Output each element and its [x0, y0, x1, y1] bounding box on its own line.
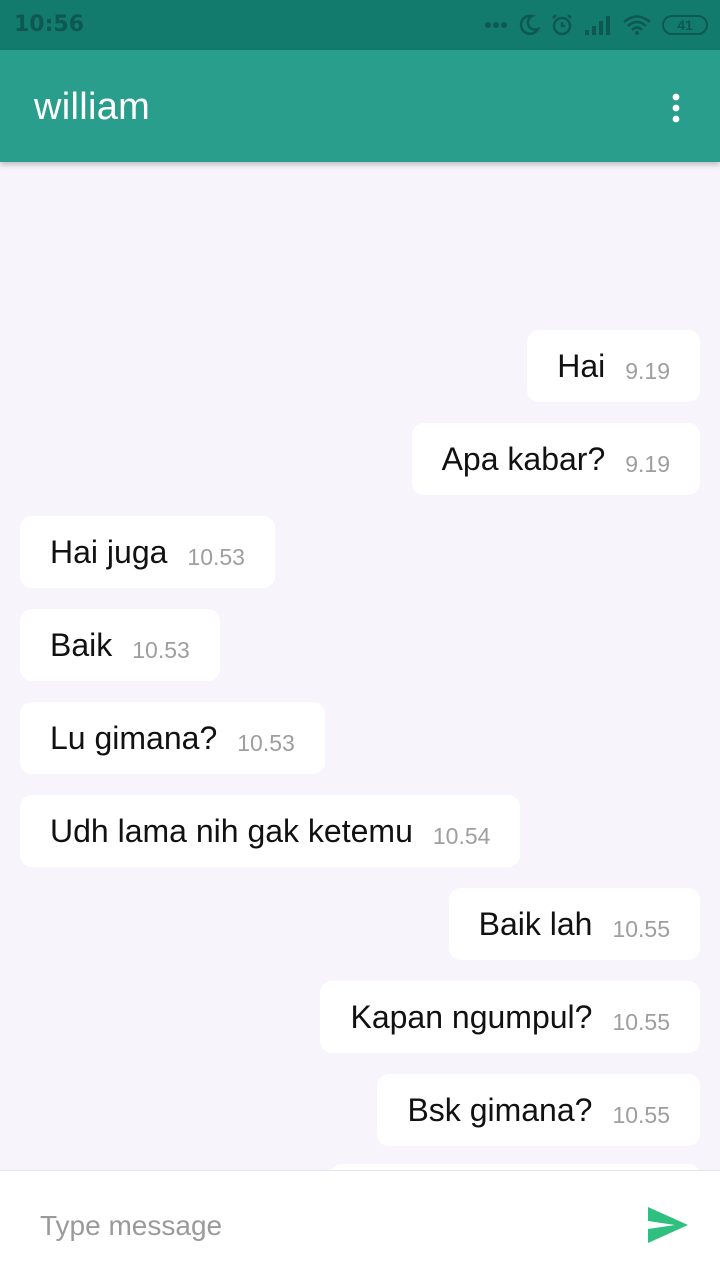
message-time: 10.53 — [237, 729, 295, 756]
message-text: Hai — [557, 347, 606, 384]
message-input[interactable] — [40, 1201, 600, 1251]
status-bar: 10:56 41 — [0, 0, 720, 50]
message-bubble-outgoing[interactable]: Apa kabar? 9.19 — [411, 423, 700, 495]
message-time: 10.54 — [432, 822, 491, 849]
message-text: Baik — [50, 626, 113, 663]
message-text: Apa kabar? — [441, 440, 606, 477]
more-vert-icon[interactable] — [660, 88, 692, 128]
send-button[interactable] — [646, 1205, 690, 1249]
message-time: 9.19 — [625, 357, 670, 384]
moon-icon — [518, 14, 540, 36]
message-bubble-outgoing[interactable]: Hai 9.19 — [527, 330, 700, 402]
message-text: Udh lama nih gak ketemu — [50, 812, 413, 849]
message-time: 10.55 — [612, 1101, 670, 1128]
send-icon — [647, 1206, 689, 1249]
dots-icon — [484, 21, 508, 29]
message-bubble-incoming[interactable]: Udh lama nih gak ketemu 10.54 — [20, 795, 521, 867]
message-bubble-outgoing[interactable]: Kapan ngumpul? 10.55 — [320, 981, 700, 1053]
message-text: Baik lah — [478, 905, 593, 942]
battery-icon: 41 — [662, 15, 708, 35]
message-text: Hai juga — [50, 533, 168, 570]
message-time: 10.55 — [612, 1008, 670, 1035]
message-bubble-incoming[interactable]: Baik 10.53 — [20, 609, 220, 681]
message-time: 10.53 — [187, 543, 245, 570]
app-bar: william — [0, 50, 720, 162]
message-bubble-outgoing[interactable]: Baik lah 10.55 — [448, 888, 700, 960]
message-bubble-incoming[interactable]: Lu gimana? 10.53 — [20, 702, 325, 774]
message-text: Bsk gimana? — [407, 1091, 593, 1128]
message-time: 9.19 — [625, 450, 670, 477]
battery-level: 41 — [677, 17, 693, 33]
status-icons: 41 — [484, 10, 708, 40]
message-bubble-outgoing[interactable]: Bsk gimana? 10.55 — [377, 1074, 700, 1146]
message-text: Lu gimana? — [50, 719, 218, 756]
message-time: 10.53 — [132, 636, 190, 663]
message-time: 10.55 — [612, 915, 670, 942]
chat-title: william — [34, 86, 151, 128]
alarm-icon — [550, 13, 574, 37]
status-time: 10:56 — [14, 12, 85, 37]
wifi-icon — [622, 14, 652, 36]
message-list[interactable]: Hai 9.19 Apa kabar? 9.19 Hai juga 10.53 … — [0, 162, 720, 1170]
signal-icon — [584, 14, 612, 36]
message-text: Kapan ngumpul? — [350, 998, 593, 1035]
composer-bar — [0, 1170, 720, 1281]
message-bubble-incoming[interactable]: Hai juga 10.53 — [20, 516, 275, 588]
